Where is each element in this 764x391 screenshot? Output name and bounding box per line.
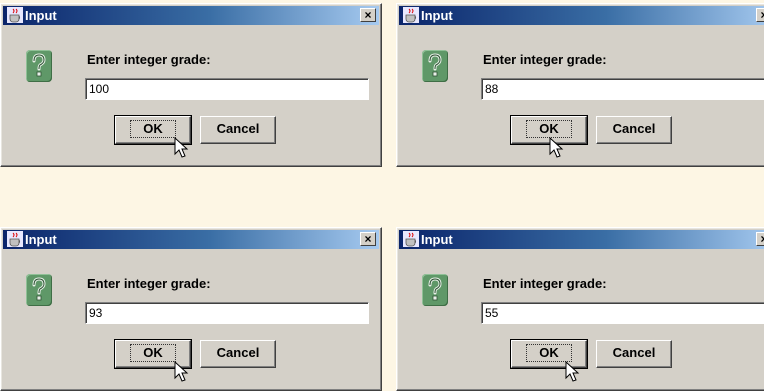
title-bar[interactable]: Input × bbox=[3, 6, 379, 25]
grade-input[interactable]: 88 bbox=[481, 78, 764, 100]
input-dialog-3: Input × Enter integer grade: 93 OK Cance… bbox=[0, 227, 382, 391]
close-icon: × bbox=[364, 8, 372, 22]
cancel-button[interactable]: Cancel bbox=[200, 116, 276, 144]
question-icon bbox=[422, 50, 448, 82]
java-cup-icon bbox=[403, 231, 419, 247]
question-icon bbox=[422, 274, 448, 306]
close-button[interactable]: × bbox=[756, 8, 764, 22]
ok-button-label: OK bbox=[526, 120, 572, 138]
ok-button-label: OK bbox=[526, 344, 572, 362]
java-cup-icon bbox=[7, 231, 23, 247]
dialog-title: Input bbox=[25, 232, 57, 247]
cancel-button[interactable]: Cancel bbox=[596, 116, 672, 144]
dialog-title: Input bbox=[25, 8, 57, 23]
grade-input[interactable]: 55 bbox=[481, 302, 764, 324]
close-button[interactable]: × bbox=[360, 232, 376, 246]
ok-button-label: OK bbox=[130, 344, 176, 362]
close-button[interactable]: × bbox=[360, 8, 376, 22]
prompt-label: Enter integer grade: bbox=[87, 276, 211, 291]
mouse-cursor-icon bbox=[565, 361, 580, 382]
title-bar[interactable]: Input × bbox=[399, 230, 764, 249]
question-icon bbox=[26, 50, 52, 82]
title-bar[interactable]: Input × bbox=[3, 230, 379, 249]
dialog-title: Input bbox=[421, 232, 453, 247]
grade-input[interactable]: 93 bbox=[85, 302, 369, 324]
close-button[interactable]: × bbox=[756, 232, 764, 246]
java-cup-icon bbox=[7, 7, 23, 23]
ok-button-label: OK bbox=[130, 120, 176, 138]
prompt-label: Enter integer grade: bbox=[483, 276, 607, 291]
cancel-button[interactable]: Cancel bbox=[200, 340, 276, 368]
dialog-title: Input bbox=[421, 8, 453, 23]
input-dialog-4: Input × Enter integer grade: 55 OK Cance… bbox=[396, 227, 764, 391]
input-dialog-2: Input × Enter integer grade: 88 OK Cance… bbox=[396, 3, 764, 167]
question-icon bbox=[26, 274, 52, 306]
cancel-button[interactable]: Cancel bbox=[596, 340, 672, 368]
close-icon: × bbox=[760, 8, 764, 22]
java-cup-icon bbox=[403, 7, 419, 23]
prompt-label: Enter integer grade: bbox=[87, 52, 211, 67]
input-dialog-1: Input × Enter integer grade: 100 OK Canc… bbox=[0, 3, 382, 167]
mouse-cursor-icon bbox=[174, 361, 189, 382]
close-icon: × bbox=[364, 232, 372, 246]
grade-input[interactable]: 100 bbox=[85, 78, 369, 100]
close-icon: × bbox=[760, 232, 764, 246]
title-bar[interactable]: Input × bbox=[399, 6, 764, 25]
mouse-cursor-icon bbox=[174, 137, 189, 158]
prompt-label: Enter integer grade: bbox=[483, 52, 607, 67]
mouse-cursor-icon bbox=[549, 137, 564, 158]
